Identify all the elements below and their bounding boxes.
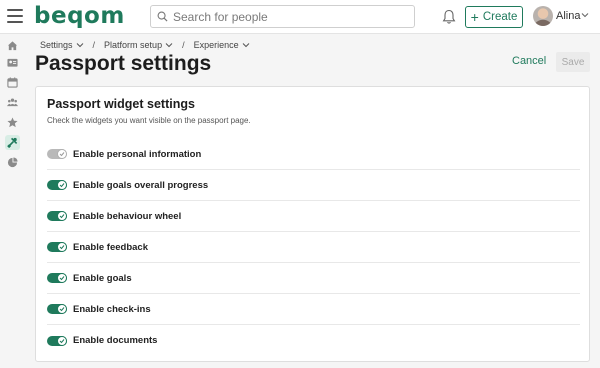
app-logo[interactable]: beqom	[34, 0, 125, 32]
pie-chart-icon[interactable]	[5, 155, 20, 170]
plus-icon: +	[470, 9, 479, 25]
menu-icon[interactable]	[7, 9, 23, 23]
search-input[interactable]	[173, 9, 403, 24]
check-icon	[59, 214, 65, 219]
widget-toggle-list: Enable personal information Enable goals…	[47, 139, 580, 356]
contact-card-icon[interactable]	[5, 55, 20, 70]
toggle-check-ins[interactable]	[47, 304, 67, 314]
breadcrumb-settings[interactable]: Settings	[40, 40, 84, 50]
toggle-behaviour-wheel[interactable]	[47, 211, 67, 221]
widget-row-goals: Enable goals	[47, 263, 580, 294]
save-button: Save	[556, 52, 590, 72]
chevron-down-icon[interactable]	[581, 10, 589, 20]
toggle-goals[interactable]	[47, 273, 67, 283]
chevron-down-icon	[242, 43, 249, 48]
card-subtitle: Check the widgets you want visible on th…	[47, 116, 251, 125]
create-button-label: Create	[482, 11, 518, 23]
widget-row-feedback: Enable feedback	[47, 232, 580, 263]
star-badge-icon[interactable]	[5, 115, 20, 130]
calendar-icon[interactable]	[5, 75, 20, 90]
user-name[interactable]: Alina	[556, 10, 580, 22]
breadcrumb-separator: /	[182, 40, 185, 50]
widget-row-personal-information: Enable personal information	[47, 139, 580, 170]
widget-label: Enable check-ins	[73, 303, 151, 315]
check-icon	[59, 152, 65, 157]
chevron-down-icon	[76, 43, 83, 48]
chevron-down-icon	[165, 43, 173, 48]
widget-row-documents: Enable documents	[47, 325, 580, 356]
breadcrumb-platform-setup[interactable]: Platform setup	[104, 40, 173, 50]
check-icon	[59, 307, 65, 312]
create-button[interactable]: + Create	[465, 6, 523, 28]
widget-row-check-ins: Enable check-ins	[47, 294, 580, 325]
widget-row-goals-overall-progress: Enable goals overall progress	[47, 170, 580, 201]
home-icon[interactable]	[5, 38, 20, 53]
widget-label: Enable documents	[73, 335, 158, 346]
check-icon	[59, 183, 65, 188]
widget-label: Enable behaviour wheel	[73, 210, 182, 222]
widget-label: Enable feedback	[73, 241, 148, 253]
check-icon	[59, 276, 65, 281]
notification-bell-icon[interactable]	[442, 9, 456, 25]
toggle-documents[interactable]	[47, 335, 67, 346]
breadcrumb: Settings / Platform setup / Experience	[40, 40, 250, 50]
widget-label: Enable goals	[73, 272, 132, 284]
widget-label: Enable personal information	[73, 148, 202, 160]
breadcrumb-experience[interactable]: Experience	[194, 40, 250, 50]
passport-widget-settings-card: Passport widget settings Check the widge…	[35, 86, 590, 362]
check-icon	[59, 338, 65, 343]
people-icon[interactable]	[5, 95, 20, 110]
card-title: Passport widget settings	[47, 97, 195, 111]
toggle-personal-information	[47, 149, 67, 159]
toggle-feedback[interactable]	[47, 242, 67, 252]
page-title: Passport settings	[35, 52, 212, 75]
cancel-button[interactable]: Cancel	[512, 55, 546, 67]
toggle-goals-overall-progress[interactable]	[47, 180, 67, 190]
search-box[interactable]	[150, 5, 415, 28]
breadcrumb-separator: /	[92, 40, 96, 50]
check-icon	[59, 245, 65, 250]
search-icon	[157, 11, 168, 22]
tools-icon[interactable]	[5, 135, 20, 150]
side-nav	[0, 34, 25, 368]
avatar[interactable]	[533, 6, 553, 26]
widget-label: Enable goals overall progress	[73, 179, 209, 191]
top-bar: beqom + Create Alina	[0, 0, 600, 34]
widget-row-behaviour-wheel: Enable behaviour wheel	[47, 201, 580, 232]
